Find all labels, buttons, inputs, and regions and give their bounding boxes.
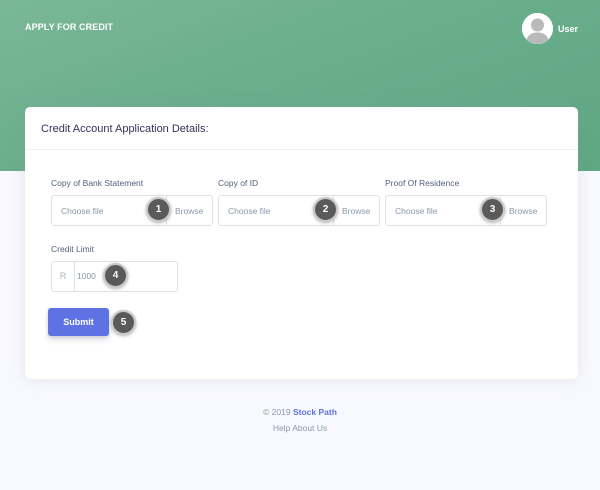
proof-of-residence-file-input[interactable]: Choose file Browse [385,195,547,226]
step-badge-5: 5 [111,310,136,335]
app-title[interactable]: APPLY FOR CREDIT [25,22,113,32]
id-copy-file-input[interactable]: Choose file Browse [218,195,380,226]
card-header: Credit Account Application Details: [25,107,578,150]
step-badge-4: 4 [103,263,128,288]
submit-button[interactable]: Submit [48,308,109,336]
file-placeholder: Choose file [395,206,438,216]
copyright-text: © 2019 [263,407,291,417]
id-copy-label: Copy of ID [218,178,259,188]
credit-limit-label: Credit Limit [51,244,94,254]
user-avatar-icon[interactable] [522,13,553,44]
credit-limit-input[interactable]: 1000 [77,271,96,281]
proof-of-residence-label: Proof Of Residence [385,178,460,188]
browse-button[interactable]: Browse [166,196,203,225]
currency-prefix: R [52,262,75,291]
step-badge-2: 2 [313,197,338,222]
footer-link-help[interactable]: Help [273,423,290,433]
step-badge-3: 3 [480,197,505,222]
step-badge-1: 1 [146,197,171,222]
card-title: Credit Account Application Details: [41,123,209,135]
footer-links: Help About Us [0,423,600,433]
browse-button[interactable]: Browse [500,196,537,225]
footer-link-about-us[interactable]: About Us [292,423,327,433]
bank-statement-file-input[interactable]: Choose file Browse [51,195,213,226]
user-menu[interactable]: User [522,13,578,44]
browse-button[interactable]: Browse [333,196,370,225]
application-card: Credit Account Application Details: Copy… [25,107,578,379]
file-placeholder: Choose file [61,206,104,216]
footer-copyright: © 2019 Stock Path [0,407,600,417]
bank-statement-label: Copy of Bank Statement [51,178,144,188]
user-name[interactable]: User [558,24,578,34]
footer-brand-link[interactable]: Stock Path [293,407,337,417]
file-placeholder: Choose file [228,206,271,216]
